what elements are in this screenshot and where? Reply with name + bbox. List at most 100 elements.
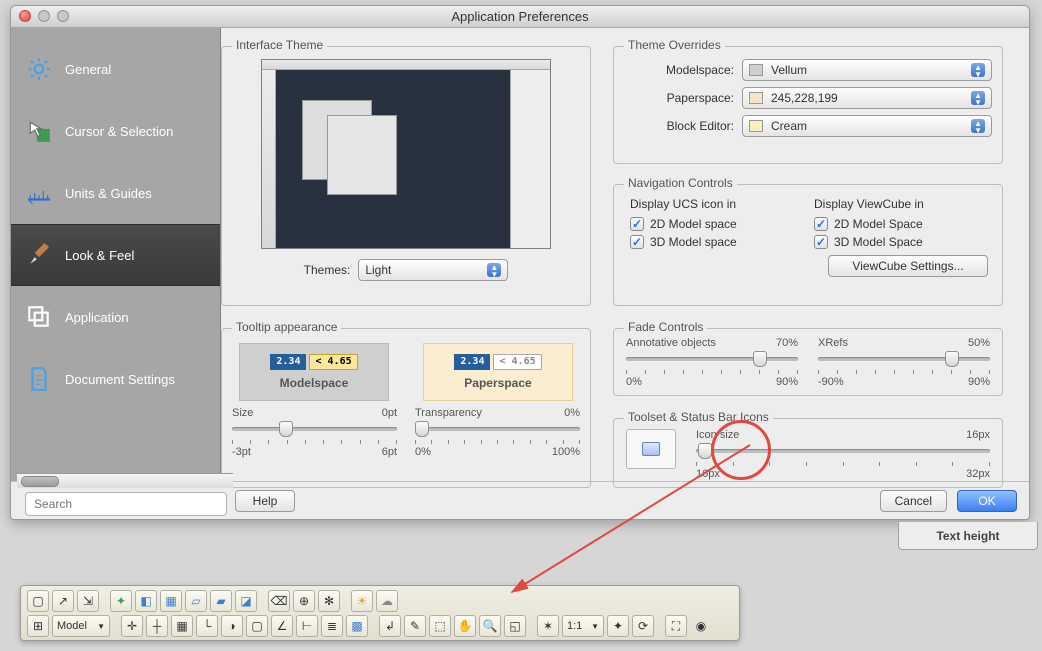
- sidebar-item-general[interactable]: General: [11, 38, 220, 100]
- toolbar-button[interactable]: ↗: [52, 590, 74, 612]
- toolbar-button[interactable]: ⟳: [632, 615, 654, 637]
- toolbar-button[interactable]: ✋: [454, 615, 476, 637]
- toolbar-button[interactable]: ↲: [379, 615, 401, 637]
- slider-min: 0%: [626, 376, 642, 388]
- sidebar-item-cursor[interactable]: Cursor & Selection: [11, 100, 220, 162]
- toolbar-button[interactable]: ▦: [171, 615, 193, 637]
- slider-value: 50%: [968, 337, 990, 349]
- viewcube-2d-check[interactable]: 2D Model Space: [814, 217, 986, 231]
- toolbar-button[interactable]: ⇲: [77, 590, 99, 612]
- shape-icon: ▱: [191, 594, 200, 608]
- toolbar-button[interactable]: ◉: [690, 615, 712, 637]
- blockeditor-override-select[interactable]: Cream ▲▼: [742, 115, 992, 137]
- toolbar-button[interactable]: ⬚: [429, 615, 451, 637]
- annotative-fade-slider[interactable]: Annotative objects 70% 0% 90%: [626, 337, 798, 388]
- hatch-icon: ▩: [351, 619, 362, 633]
- fade-controls-group: Fade Controls Annotative objects 70% 0% …: [613, 328, 1003, 396]
- sidebar-item-label: Units & Guides: [65, 186, 152, 201]
- ucs-2d-check[interactable]: 2D Model space: [630, 217, 802, 231]
- toolbar-button[interactable]: ◑: [221, 615, 243, 637]
- toolbar-button[interactable]: ⊕: [293, 590, 315, 612]
- toolbar-button[interactable]: ▢: [27, 590, 49, 612]
- toolbar-button[interactable]: ⊢: [296, 615, 318, 637]
- group-legend: Toolset & Status Bar Icons: [624, 410, 773, 424]
- refresh-icon: ⟳: [638, 619, 648, 633]
- toolbar-button[interactable]: ☀: [351, 590, 373, 612]
- ok-button[interactable]: OK: [957, 490, 1017, 512]
- brush-icon: [25, 241, 53, 269]
- toolbar-button[interactable]: ◧: [135, 590, 157, 612]
- sun-icon: ☀: [357, 594, 368, 608]
- toolbar-button[interactable]: ┼: [146, 615, 168, 637]
- scale-ratio-select[interactable]: 1:1 ▼: [562, 615, 604, 637]
- icon-size-slider[interactable]: Icon size 16px 16px 32px: [696, 429, 990, 480]
- tooltip-transparency-slider[interactable]: Transparency 0% 0% 100%: [415, 407, 580, 458]
- sidebar-item-look-feel[interactable]: Look & Feel: [11, 224, 220, 286]
- toolbar-button[interactable]: ≣: [321, 615, 343, 637]
- check-label: 2D Model space: [650, 217, 737, 231]
- minimize-button[interactable]: [38, 10, 50, 22]
- zoom-button[interactable]: [57, 10, 69, 22]
- sidebar-scrollbar[interactable]: [17, 473, 233, 488]
- modelspace-override-select[interactable]: Vellum ▲▼: [742, 59, 992, 81]
- window-controls: [19, 10, 69, 22]
- toolbar-button[interactable]: ⛶: [665, 615, 687, 637]
- sidebar-item-application[interactable]: Application: [11, 286, 220, 348]
- paperspace-override-select[interactable]: 245,228,199 ▲▼: [742, 87, 992, 109]
- toolbar-button[interactable]: 🔍: [479, 615, 501, 637]
- viewcube-3d-check[interactable]: 3D Model Space: [814, 235, 986, 249]
- ucs-3d-check[interactable]: 3D Model space: [630, 235, 802, 249]
- toolbar-button[interactable]: ▦: [160, 590, 182, 612]
- model-space-select[interactable]: Model ▼: [52, 615, 110, 637]
- toolbar-button[interactable]: ◱: [504, 615, 526, 637]
- cube-icon: ◧: [140, 594, 151, 608]
- slider-min: 0%: [415, 446, 431, 458]
- themes-label: Themes:: [304, 263, 351, 277]
- toolbar-button[interactable]: ▩: [346, 615, 368, 637]
- ortho-icon: └: [203, 619, 212, 633]
- toolbar-button[interactable]: ∠: [271, 615, 293, 637]
- tooltip-sample-label: Modelspace: [280, 376, 349, 390]
- xrefs-fade-slider[interactable]: XRefs 50% -90% 90%: [818, 337, 990, 388]
- zoom-icon: 🔍: [483, 619, 498, 633]
- toolbar-button[interactable]: ⊞: [27, 615, 49, 637]
- slider-label: Icon size: [696, 429, 739, 441]
- sidebar-search-input[interactable]: [25, 492, 227, 516]
- sidebar-item-document[interactable]: Document Settings: [11, 348, 220, 410]
- viewcube-settings-button[interactable]: ViewCube Settings...: [828, 255, 988, 277]
- sidebar-item-label: Document Settings: [65, 372, 175, 387]
- blockeditor-override-label: Block Editor:: [624, 119, 734, 133]
- checkbox-icon: [814, 235, 828, 249]
- chart-icon: ↗: [58, 594, 68, 608]
- tooltip-size-slider[interactable]: Size 0pt -3pt 6pt: [232, 407, 397, 458]
- fullscreen-icon: ⛶: [672, 619, 680, 634]
- check-label: 3D Model space: [650, 235, 737, 249]
- text-height-tab[interactable]: Text height: [898, 522, 1038, 550]
- toolbar-button[interactable]: ✎: [404, 615, 426, 637]
- sidebar-item-units[interactable]: Units & Guides: [11, 162, 220, 224]
- toolbar-button[interactable]: ✻: [318, 590, 340, 612]
- tooltip-sample-label: Paperspace: [464, 376, 531, 390]
- toolbar-button[interactable]: ◪: [235, 590, 257, 612]
- track-icon: ⊢: [302, 619, 312, 633]
- toolbar-button[interactable]: ▱: [185, 590, 207, 612]
- toolbar-button[interactable]: ✦: [110, 590, 132, 612]
- toolbar-button[interactable]: ✶: [537, 615, 559, 637]
- close-button[interactable]: [19, 10, 31, 22]
- chevron-updown-icon: ▲▼: [490, 264, 498, 278]
- eraser-icon: ⌫: [271, 594, 288, 608]
- toolbar-button[interactable]: ▢: [246, 615, 268, 637]
- toolbar-button[interactable]: ✦: [607, 615, 629, 637]
- interface-theme-group: Interface Theme Themes: Light ▲▼: [221, 46, 591, 306]
- toolbar-button[interactable]: └: [196, 615, 218, 637]
- toolbar-button[interactable]: ☁: [376, 590, 398, 612]
- themes-select[interactable]: Light ▲▼: [358, 259, 508, 281]
- help-button[interactable]: Help: [235, 490, 295, 512]
- windows-icon: [25, 303, 53, 331]
- toolbar-button[interactable]: ✛: [121, 615, 143, 637]
- group-legend: Tooltip appearance: [232, 320, 341, 334]
- cancel-button[interactable]: Cancel: [880, 490, 947, 512]
- toolbar-button[interactable]: ▰: [210, 590, 232, 612]
- snap-icon: ✛: [127, 619, 137, 633]
- toolbar-button[interactable]: ⌫: [268, 590, 290, 612]
